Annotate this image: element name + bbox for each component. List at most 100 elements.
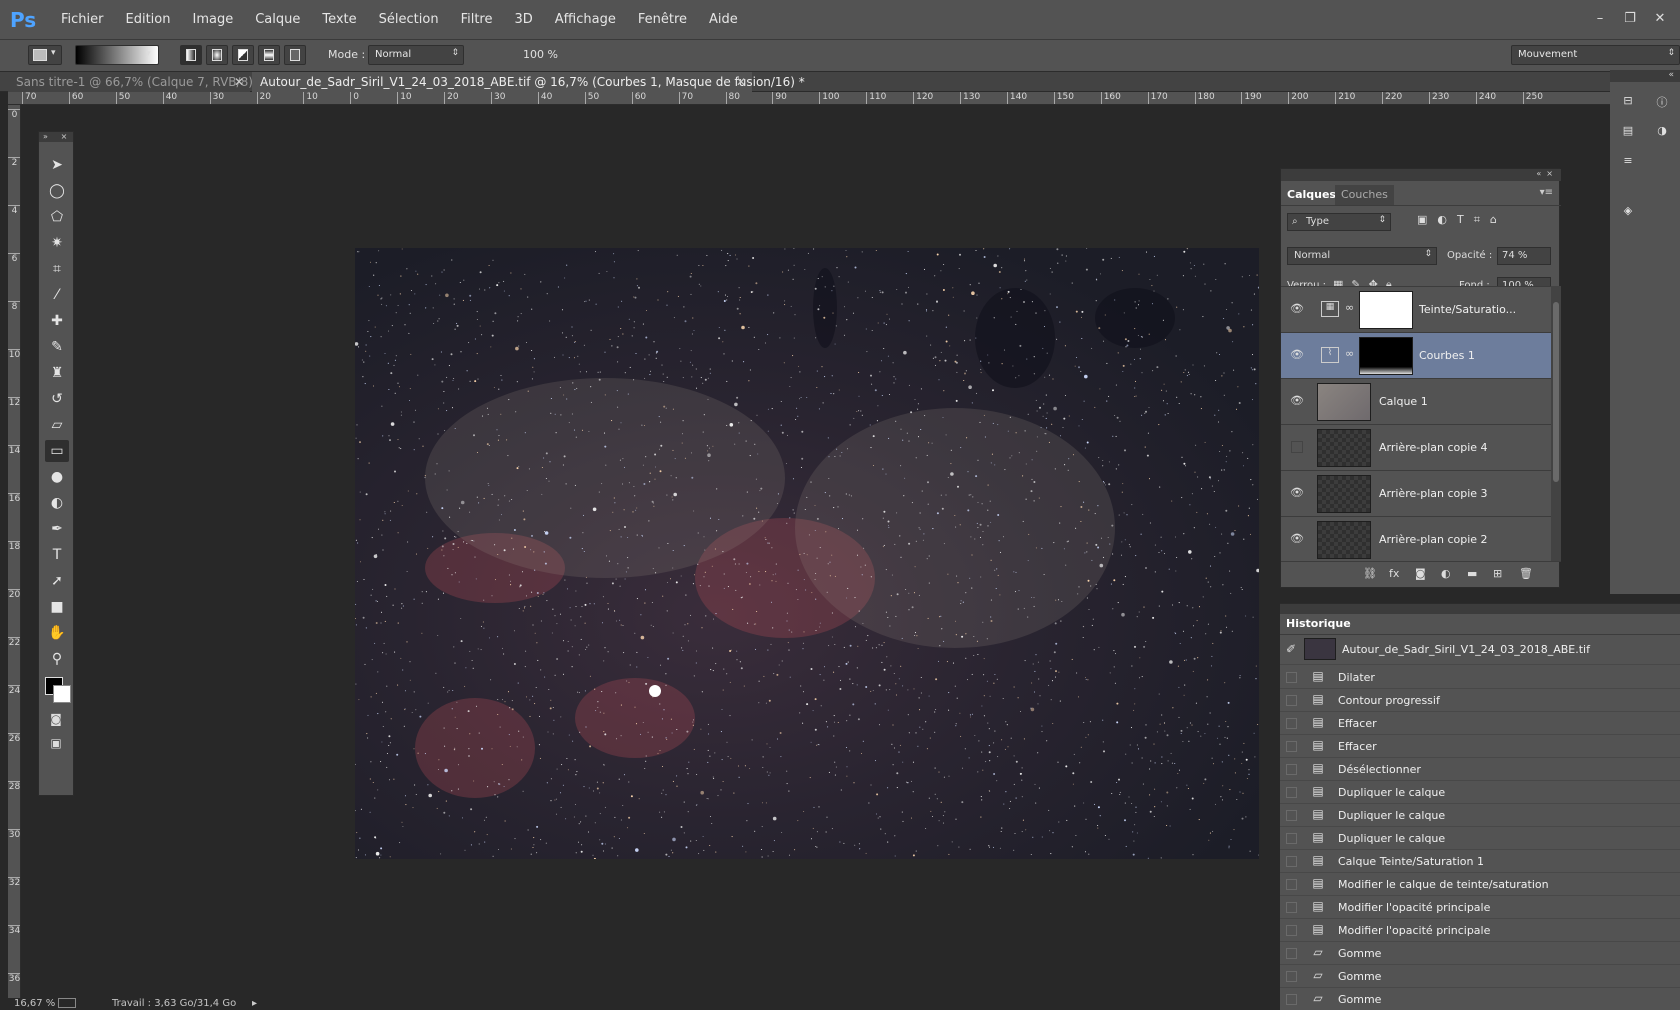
close-icon[interactable]: ✕ [234,72,244,92]
history-snapshot-checkbox[interactable] [1286,925,1297,936]
history-snapshot-checkbox[interactable] [1286,741,1297,752]
healing-brush-tool-icon[interactable]: ✚ [45,310,69,332]
ellipse-marquee-tool-icon[interactable]: ◯ [45,180,69,202]
history-item[interactable]: ▤ Dilater [1280,666,1680,689]
history-snapshot[interactable]: ✐ Autour_de_Sadr_Siril_V1_24_03_2018_ABE… [1280,635,1680,665]
trash-icon[interactable]: 🗑︎ [1519,567,1533,580]
history-item[interactable]: ▤ Calque Teinte/Saturation 1 [1280,850,1680,873]
history-item[interactable]: ▤ Désélectionner [1280,758,1680,781]
notes-panel-icon[interactable]: ≡ [1616,154,1640,174]
chevron-down-icon[interactable]: ▾ [146,49,151,59]
close-icon[interactable]: ✕ [736,72,746,92]
hand-tool-icon[interactable]: ✋ [45,622,69,644]
menu-selection[interactable]: Sélection [368,0,450,40]
history-snapshot-checkbox[interactable] [1286,810,1297,821]
menu-image[interactable]: Image [181,0,244,40]
visibility-eye-icon[interactable]: 👁︎ [1289,394,1305,408]
opacity-input[interactable]: 74 % [1497,247,1551,265]
menu-filtre[interactable]: Filtre [450,0,504,40]
crop-tool-icon[interactable]: ⌗ [45,258,69,280]
menu-fenetre[interactable]: Fenêtre [627,0,698,40]
angle-gradient-button[interactable] [232,45,254,65]
history-snapshot-checkbox[interactable] [1286,718,1297,729]
history-snapshot-checkbox[interactable] [1286,672,1297,683]
history-snapshot-checkbox[interactable] [1286,879,1297,890]
fx-icon[interactable]: fx [1389,567,1399,580]
history-item[interactable]: ▤ Modifier l'opacité principale [1280,896,1680,919]
vertical-ruler[interactable]: 02468101214161820222426283032343638 [8,105,21,1010]
layer-name[interactable]: Courbes 1 [1419,349,1475,362]
document-canvas[interactable] [354,247,1260,860]
eyedropper-tool-icon[interactable]: ⁄ [45,284,69,306]
tab-autour-de-sadr[interactable]: Autour_de_Sadr_Siril_V1_24_03_2018_ABE.t… [252,72,805,92]
layer-row[interactable]: 👁︎ ⌇ ∞ Courbes 1 [1281,333,1551,379]
reflected-gradient-button[interactable] [258,45,280,65]
history-snapshot-checkbox[interactable] [1286,971,1297,982]
adjustment-icon[interactable]: ◐ [1441,567,1451,580]
history-item[interactable]: ▤ Modifier l'opacité principale [1280,919,1680,942]
zoom-level[interactable]: 16,67 % [14,998,55,1009]
history-item[interactable]: ▱ Gomme [1280,942,1680,965]
info-panel-icon[interactable]: ⓘ [1650,94,1674,114]
history-item[interactable]: ▤ Contour progressif [1280,689,1680,712]
color-panel-icon[interactable]: ◑ [1650,124,1674,144]
history-snapshot-checkbox[interactable] [1286,994,1297,1005]
layer-name[interactable]: Arrière-plan copie 2 [1379,533,1488,546]
menu-texte[interactable]: Texte [311,0,367,40]
history-panel-header[interactable] [1280,604,1680,614]
menu-fichier[interactable]: Fichier [50,0,115,40]
history-brush-icon[interactable]: ✐ [1286,642,1296,656]
eraser-tool-icon[interactable]: ▱ [45,414,69,436]
tools-panel-header[interactable]: » × [39,132,73,142]
layer-filter-select[interactable]: ⌕ Type ⇕ [1287,213,1391,231]
visibility-eye-icon[interactable]: 👁︎ [1289,486,1305,500]
3d-panel-icon[interactable]: ◈ [1616,204,1640,224]
layer-row[interactable]: 👁︎ Arrière-plan copie 2 [1281,517,1551,561]
tab-couches[interactable]: Couches [1335,185,1394,205]
diamond-gradient-button[interactable] [284,45,306,65]
history-snapshot-checkbox[interactable] [1286,764,1297,775]
radial-gradient-button[interactable] [206,45,228,65]
history-item[interactable]: ▤ Modifier le calque de teinte/saturation [1280,873,1680,896]
clone-stamp-tool-icon[interactable]: ♜ [45,362,69,384]
menu-calque[interactable]: Calque [244,0,311,40]
scroll-thumb[interactable] [1553,302,1559,482]
tab-historique[interactable]: Historique [1280,614,1357,634]
history-item[interactable]: ▤ Effacer [1280,712,1680,735]
layer-name[interactable]: Arrière-plan copie 4 [1379,441,1488,454]
layer-thumbnail[interactable] [1317,521,1371,559]
panel-menu-icon[interactable]: ▾≡ [1540,187,1553,198]
layer-row[interactable]: 👁︎ Arrière-plan copie 3 [1281,471,1551,517]
polygonal-lasso-tool-icon[interactable]: ⬠ [45,206,69,228]
minimize-button[interactable]: – [1588,10,1612,28]
dodge-tool-icon[interactable]: ◐ [45,492,69,514]
chevron-right-icon[interactable]: ▸ [252,998,257,1009]
mode-select[interactable]: Normal ⇕ [368,45,464,65]
new-layer-icon[interactable]: ⊞ [1493,567,1502,580]
layer-mask-thumbnail[interactable] [1359,337,1413,375]
history-item[interactable]: ▤ Effacer [1280,735,1680,758]
pen-tool-icon[interactable]: ✒ [45,518,69,540]
history-item[interactable]: ▱ Gomme [1280,988,1680,1010]
menu-edition[interactable]: Edition [115,0,182,40]
tab-calques[interactable]: Calques [1281,185,1342,205]
blur-tool-icon[interactable]: ● [45,466,69,488]
layer-row[interactable]: Arrière-plan copie 4 [1281,425,1551,471]
tab-sans-titre[interactable]: Sans titre-1 @ 66,7% (Calque 7, RVB/8) *… [8,72,263,92]
link-icon[interactable]: ⛓ [1363,567,1377,580]
horizontal-ruler[interactable]: 70 60 50 40 30 20 10 0 10 20 30 40 50 60 70 80 90 100 110 1… [8,92,1610,105]
linear-gradient-button[interactable] [180,45,202,65]
quick-mask-icon[interactable]: ◙ [45,712,67,728]
layers-scrollbar[interactable] [1551,286,1561,561]
mask-link-icon[interactable]: ∞ [1345,347,1354,360]
menu-affichage[interactable]: Affichage [544,0,627,40]
history-snapshot-checkbox[interactable] [1286,787,1297,798]
visibility-eye-icon[interactable] [1291,441,1303,453]
layer-filter-icons[interactable]: ▣◐T⌗⌂ [1417,213,1537,231]
layer-row[interactable]: 👁︎ Calque 1 [1281,379,1551,425]
visibility-eye-icon[interactable]: 👁︎ [1289,532,1305,546]
layer-name[interactable]: Teinte/Saturatio... [1419,303,1516,316]
tool-preset-picker[interactable]: ▾ [28,45,62,65]
brush-tool-icon[interactable]: ✎ [45,336,69,358]
document-info[interactable]: Travail : 3,63 Go/31,4 Go [112,998,236,1009]
